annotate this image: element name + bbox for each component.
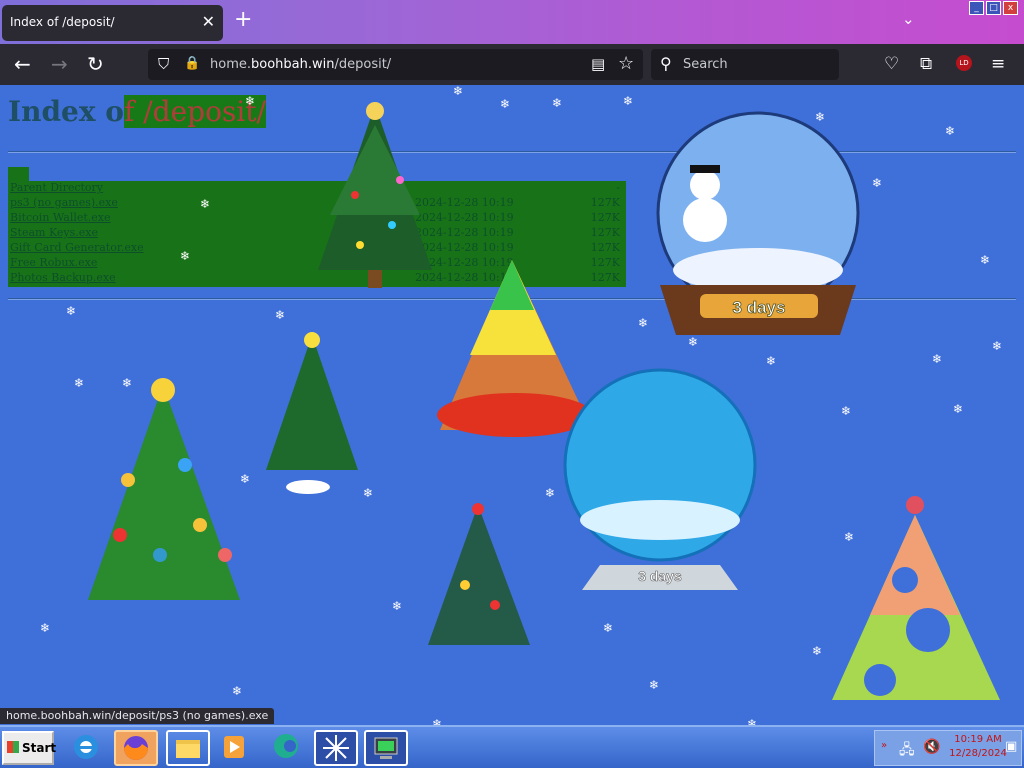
url-text[interactable]: home.boohbah.win/deposit/	[210, 57, 391, 72]
christmas-tree-icon	[318, 102, 432, 288]
snowflake-icon: ❄	[649, 678, 660, 692]
lock-icon[interactable]: 🔒	[184, 56, 200, 71]
snow-globe-icon: 3 days	[656, 111, 860, 335]
snowflake-icon: ❄	[623, 94, 634, 108]
globe-days-label: 3 days	[733, 298, 786, 317]
menu-icon[interactable]: ≡	[991, 54, 1005, 74]
snowflake-icon: ❄	[392, 599, 403, 613]
snowflake-icon: ❄	[603, 621, 614, 635]
neon-spiral-tree-icon	[437, 260, 593, 437]
windows-logo-icon	[7, 741, 19, 753]
snowflake-icon: ❄	[945, 124, 956, 138]
snowflake-icon: ❄	[74, 376, 85, 390]
snowflake-icon: ❄	[363, 486, 374, 500]
tab-title: Index of /deposit/	[10, 15, 115, 29]
christmas-tree-icon	[428, 503, 530, 645]
network-icon[interactable]: 🖧	[899, 739, 915, 763]
search-icon: ⚲	[660, 54, 672, 73]
file-explorer-icon[interactable]	[166, 730, 210, 766]
snowflake-icon: ❄	[200, 197, 211, 211]
snowflake-icon: ❄	[66, 304, 77, 318]
reload-icon[interactable]: ↻	[87, 53, 104, 75]
tray-alert-icon[interactable]: »	[881, 740, 887, 751]
christmas-decorations: 3 days 3 days	[88, 102, 1000, 700]
snowflake-icon: ❄	[872, 176, 883, 190]
globe-days-label: 3 days	[638, 568, 682, 584]
bookmark-star-icon[interactable]: ☆	[618, 53, 634, 74]
triangle-tree-icon	[832, 496, 1000, 700]
media-player-icon[interactable]	[214, 730, 258, 766]
system-clock[interactable]: 10:19 AM 12/28/2024	[945, 733, 1011, 761]
starburst-app-icon[interactable]	[314, 730, 358, 766]
snowflake-icon: ❄	[275, 308, 286, 322]
snowflake-icon: ❄	[932, 352, 943, 366]
close-icon[interactable]: ✕	[202, 12, 215, 31]
search-input[interactable]: ⚲ Search	[651, 49, 839, 80]
snowflake-icon: ❄	[766, 354, 777, 368]
snowflake-icon: ❄	[40, 621, 51, 635]
maximize-button[interactable]: □	[986, 1, 1001, 15]
extensions-icon[interactable]: ⧉	[920, 54, 932, 74]
reader-view-icon[interactable]: ▤	[591, 55, 605, 73]
christmas-tree-icon	[88, 378, 240, 600]
window-close-button[interactable]: x	[1003, 1, 1018, 15]
new-tab-button[interactable]: +	[234, 9, 252, 31]
snow-globe-icon: 3 days	[563, 368, 757, 590]
volume-muted-icon[interactable]: 🔇	[923, 739, 940, 755]
snowflake-icon: ❄	[240, 472, 251, 486]
snowflake-icon: ❄	[688, 335, 699, 349]
snowflake-icon: ❄	[232, 684, 243, 698]
snowflake-icon: ❄	[747, 717, 758, 725]
snowflake-icon: ❄	[552, 96, 563, 110]
system-tray: » 🖧 🔇 10:19 AM 12/28/2024 ▣	[874, 730, 1022, 766]
minimize-button[interactable]: _	[969, 1, 984, 15]
taskbar: Start » 🖧 🔇 10:19 AM 12/28/2024 ▣	[0, 725, 1024, 768]
snowflake-icon: ❄	[841, 404, 852, 418]
page-content: Index of /deposit/ Parent Directory - ps3…	[0, 85, 1024, 725]
tab-deposit[interactable]: Index of /deposit/ ✕	[2, 5, 223, 41]
snowflake-icon: ❄	[953, 402, 964, 416]
search-placeholder: Search	[683, 57, 728, 72]
extension-badge-icon[interactable]: LD	[956, 55, 972, 71]
window-controls: _ □ x	[969, 1, 1018, 15]
snowflake-icon: ❄	[453, 85, 464, 98]
snowflake-icon: ❄	[815, 110, 826, 124]
navigation-toolbar: ← → ↻ ⛉ 🔒 home.boohbah.win/deposit/ ▤ ☆ …	[0, 44, 1024, 85]
snowflake-icon: ❄	[638, 316, 649, 330]
snowflake-icon: ❄	[180, 249, 191, 263]
snowflake-icon: ❄	[812, 644, 823, 658]
snowflake-icon: ❄	[122, 376, 133, 390]
snowflake-icon: ❄	[844, 530, 855, 544]
snowflake-icon: ❄	[500, 97, 511, 111]
url-bar[interactable]: ⛉ 🔒 home.boohbah.win/deposit/ ▤ ☆	[148, 49, 643, 80]
shield-icon[interactable]: ⛉	[158, 55, 169, 73]
status-link-preview: home.boohbah.win/deposit/ps3 (no games).…	[0, 708, 275, 724]
chevron-down-icon[interactable]: ⌄	[902, 10, 915, 28]
computer-app-icon[interactable]	[364, 730, 408, 766]
snowflake-icon: ❄	[992, 339, 1003, 353]
snowflake-icon: ❄	[245, 94, 256, 108]
back-icon[interactable]: ←	[14, 53, 31, 75]
browser-app-icon[interactable]	[266, 730, 310, 766]
pocket-icon[interactable]: ♡	[884, 54, 899, 74]
snowflake-icon: ❄	[545, 486, 556, 500]
forward-icon[interactable]: →	[51, 53, 68, 75]
show-desktop-icon[interactable]: ▣	[1005, 739, 1017, 754]
internet-explorer-icon[interactable]	[66, 730, 110, 766]
firefox-icon[interactable]	[114, 730, 158, 766]
title-bar: Index of /deposit/ ✕ + ⌄ _ □ x	[0, 0, 1024, 44]
christmas-tree-icon	[266, 332, 358, 494]
snowflake-icon: ❄	[432, 717, 443, 725]
start-button[interactable]: Start	[2, 731, 56, 765]
snowflake-icon: ❄	[980, 253, 991, 267]
